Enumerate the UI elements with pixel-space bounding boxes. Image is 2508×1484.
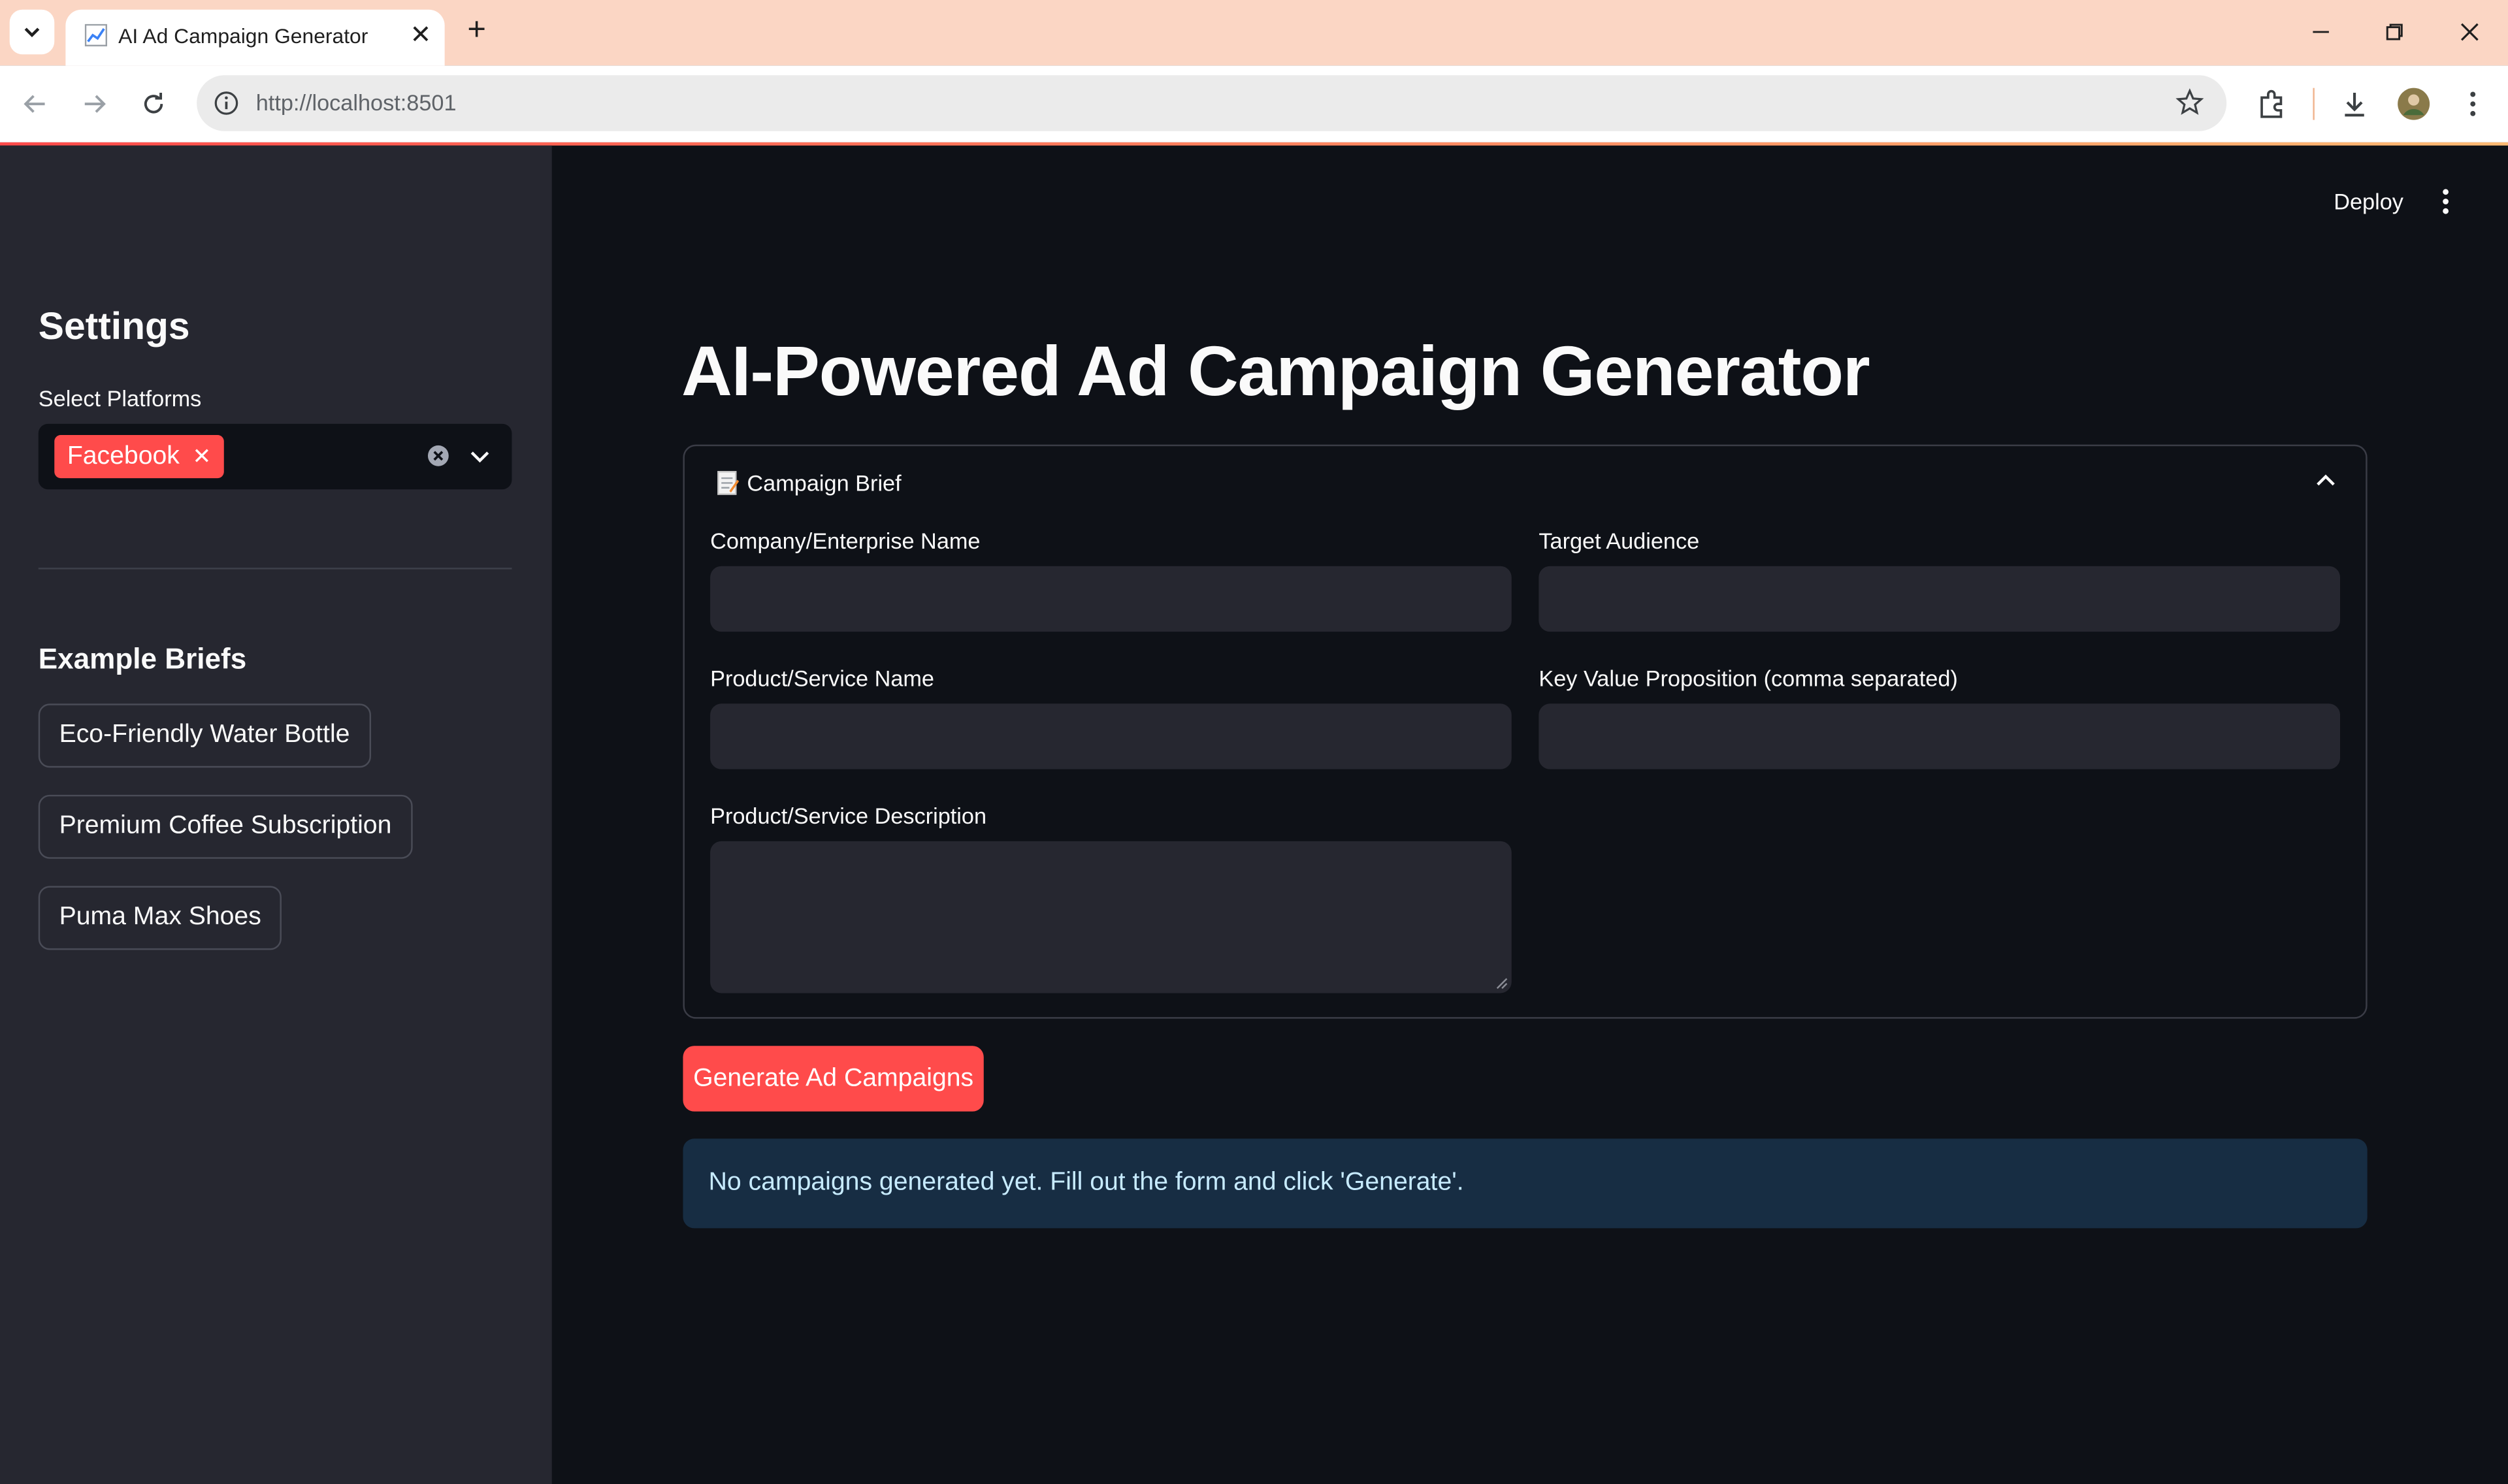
tab-title: AI Ad Campaign Generator: [118, 24, 368, 48]
chart-favicon-icon: [84, 24, 108, 47]
sidebar: Settings Select Platforms Facebook ✕ Exa…: [0, 145, 552, 1484]
example-button-shoes[interactable]: Puma Max Shoes: [38, 886, 282, 950]
value-proposition-input[interactable]: [1539, 703, 2341, 769]
browser-menu-icon[interactable]: [2454, 85, 2492, 123]
close-tab-icon[interactable]: ✕: [404, 19, 436, 51]
tab-search-button[interactable]: [9, 9, 55, 55]
generate-campaigns-button[interactable]: Generate Ad Campaigns: [683, 1046, 984, 1112]
browser-toolbar: http://localhost:8501: [0, 65, 2508, 142]
sidebar-divider: [38, 568, 512, 570]
back-arrow-icon[interactable]: [16, 85, 54, 123]
download-icon[interactable]: [2336, 85, 2374, 123]
platform-chip-label: Facebook: [67, 442, 180, 470]
remove-chip-icon[interactable]: ✕: [192, 443, 211, 470]
new-tab-icon[interactable]: +: [461, 14, 493, 46]
company-name-input[interactable]: [710, 566, 1512, 632]
resize-grip-icon[interactable]: [1495, 977, 1508, 990]
company-label: Company/Enterprise Name: [710, 527, 981, 554]
info-alert: No campaigns generated yet. Fill out the…: [683, 1138, 2368, 1229]
memo-icon: [717, 471, 740, 495]
value-prop-label: Key Value Proposition (comma separated): [1539, 665, 1958, 691]
minimize-icon[interactable]: [2302, 13, 2340, 52]
main-menu-icon[interactable]: [2432, 187, 2460, 216]
platform-chip: Facebook ✕: [54, 434, 224, 479]
browser-tab-bar: AI Ad Campaign Generator ✕ +: [0, 0, 2508, 66]
bookmark-star-icon[interactable]: [2175, 88, 2204, 117]
examples-heading: Example Briefs: [38, 643, 247, 675]
example-button-water-bottle[interactable]: Eco-Friendly Water Bottle: [38, 703, 371, 768]
platforms-label: Select Platforms: [38, 385, 202, 411]
deploy-button[interactable]: Deploy: [2334, 189, 2403, 214]
example-button-coffee[interactable]: Premium Coffee Subscription: [38, 794, 413, 859]
address-bar[interactable]: http://localhost:8501: [197, 75, 2227, 131]
product-name-input[interactable]: [710, 703, 1512, 769]
reload-icon[interactable]: [135, 85, 173, 123]
platforms-multiselect[interactable]: Facebook ✕: [38, 423, 512, 490]
audience-label: Target Audience: [1539, 527, 1700, 554]
chevron-up-icon[interactable]: [2313, 468, 2338, 494]
site-info-icon[interactable]: [213, 89, 240, 117]
chevron-down-icon[interactable]: [467, 443, 493, 468]
restore-icon[interactable]: [2375, 13, 2414, 52]
product-label: Product/Service Name: [710, 665, 935, 691]
info-message: No campaigns generated yet. Fill out the…: [708, 1169, 1464, 1197]
target-audience-input[interactable]: [1539, 566, 2341, 632]
page-title: AI-Powered Ad Campaign Generator: [681, 332, 1870, 411]
close-window-icon[interactable]: [2451, 13, 2489, 52]
profile-avatar[interactable]: [2394, 85, 2433, 123]
browser-tab[interactable]: AI Ad Campaign Generator ✕: [65, 9, 445, 66]
extensions-icon[interactable]: [2252, 85, 2290, 123]
sidebar-heading: Settings: [38, 305, 190, 349]
forward-arrow-icon[interactable]: [75, 85, 114, 123]
toolbar-separator: [2313, 88, 2315, 120]
clear-selection-icon[interactable]: [427, 445, 449, 467]
url-text[interactable]: http://localhost:8501: [256, 89, 457, 115]
chevron-down-icon: [24, 27, 40, 37]
description-label: Product/Service Description: [710, 803, 987, 829]
expander-title[interactable]: Campaign Brief: [747, 470, 901, 496]
description-textarea[interactable]: [710, 841, 1512, 993]
